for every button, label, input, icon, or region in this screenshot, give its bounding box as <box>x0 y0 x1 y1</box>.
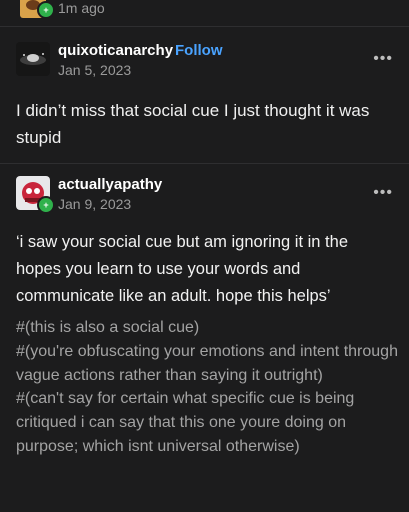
post-header: + actuallyapathy Jan 9, 2023 ••• <box>0 176 409 216</box>
divider <box>0 163 409 164</box>
tag-list: #(this is also a social cue) #(you're ob… <box>16 316 401 459</box>
post-header: quixoticanarchy Follow Jan 5, 2023 ••• <box>0 42 409 82</box>
post-date: Jan 9, 2023 <box>58 196 132 212</box>
more-options-icon[interactable]: ••• <box>373 50 393 68</box>
more-options-icon[interactable]: ••• <box>373 184 393 202</box>
avatar[interactable] <box>16 42 50 76</box>
tag[interactable]: #(you're obfuscating your emotions and i… <box>16 340 401 388</box>
username[interactable]: quixoticanarchy <box>58 42 173 59</box>
follow-button[interactable]: Follow <box>175 42 223 59</box>
post-body: I didn’t miss that social cue I just tho… <box>16 101 370 147</box>
plus-badge-icon: + <box>37 1 55 19</box>
post-date: Jan 5, 2023 <box>58 62 132 78</box>
plus-badge-icon: + <box>37 196 55 214</box>
timestamp: 1m ago <box>58 0 105 16</box>
tag[interactable]: #(can't say for certain what specific cu… <box>16 387 401 458</box>
post-quote: ‘i saw your social cue but am ignoring i… <box>16 233 348 305</box>
divider <box>0 26 409 27</box>
tag[interactable]: #(this is also a social cue) <box>16 316 401 340</box>
previous-post-footer: + 1m ago <box>0 0 409 22</box>
username[interactable]: actuallyapathy <box>58 176 162 193</box>
